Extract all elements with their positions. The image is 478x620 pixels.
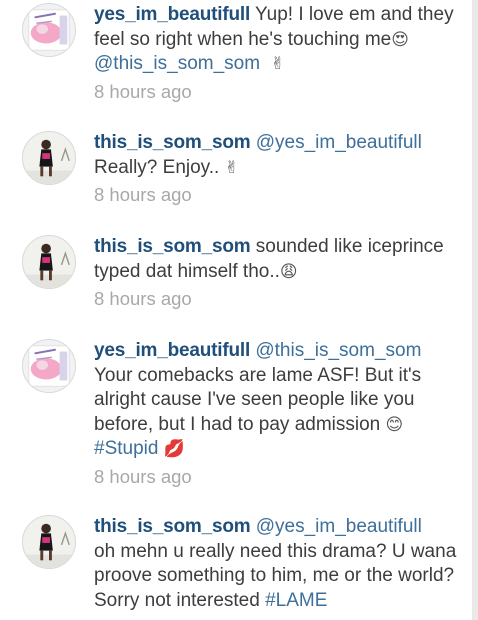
- comment-timestamp: 8 hours ago: [94, 80, 192, 102]
- comment-username[interactable]: this_is_som_som: [94, 236, 251, 257]
- smiling-face-emoji-icon: 😊: [385, 414, 404, 435]
- avatar-woman-black-dress-icon: [23, 516, 75, 568]
- avatar-woman-black-dress-icon: [23, 236, 75, 288]
- comment-username[interactable]: this_is_som_som: [94, 516, 251, 537]
- comment-text: this_is_som_som @yes_im_beautifull Reall…: [94, 131, 464, 207]
- comment-username[interactable]: this_is_som_som: [94, 132, 251, 153]
- heart-eyes-emoji-icon: 😍: [391, 29, 409, 50]
- comment-body: Your comebacks are lame ASF! But it's al…: [94, 364, 422, 435]
- comment-text: this_is_som_som @yes_im_beautifull oh me…: [94, 515, 464, 613]
- weary-face-emoji-icon: 😩: [279, 261, 298, 282]
- comment-body: Really? Enjoy..: [94, 156, 220, 178]
- avatar[interactable]: [22, 3, 76, 57]
- comment-timestamp: 8 hours ago: [94, 288, 192, 309]
- comment-mention[interactable]: @this_is_som_som: [255, 340, 421, 361]
- avatar[interactable]: [22, 131, 76, 185]
- comment-text: yes_im_beautifull @this_is_som_som Your …: [94, 339, 464, 489]
- comment-mention[interactable]: @this_is_som_som: [94, 53, 260, 74]
- avatar[interactable]: [22, 235, 76, 289]
- avatar[interactable]: [22, 339, 76, 393]
- comment-hashtag[interactable]: #Stupid: [94, 438, 158, 459]
- comment-mention[interactable]: @yes_im_beautifull: [256, 132, 422, 153]
- avatar-woman-black-dress-icon: [23, 132, 75, 184]
- comment-text: this_is_som_som sounded like iceprince t…: [94, 235, 464, 311]
- comment-mention[interactable]: @yes_im_beautifull: [256, 516, 422, 537]
- comment-username[interactable]: yes_im_beautifull: [94, 4, 250, 25]
- comment-timestamp: 8 hours ago: [94, 184, 192, 205]
- avatar[interactable]: [22, 515, 76, 569]
- scroll-edge: [472, 0, 478, 620]
- kiss-lips-emoji-icon: 💋: [163, 439, 185, 459]
- comment-hashtag[interactable]: #LAME: [265, 590, 327, 611]
- avatar-pink-sticker-icon: [23, 4, 75, 56]
- peace-hand-emoji-icon: ✌: [270, 54, 285, 74]
- comment-timestamp: 8 hours ago: [94, 465, 192, 487]
- peace-hand-emoji-icon: ✌: [224, 157, 239, 178]
- comment-text: yes_im_beautifull Yup! I love em and the…: [94, 3, 464, 104]
- avatar-pink-sticker-icon: [23, 340, 75, 392]
- comment-username[interactable]: yes_im_beautifull: [94, 340, 250, 361]
